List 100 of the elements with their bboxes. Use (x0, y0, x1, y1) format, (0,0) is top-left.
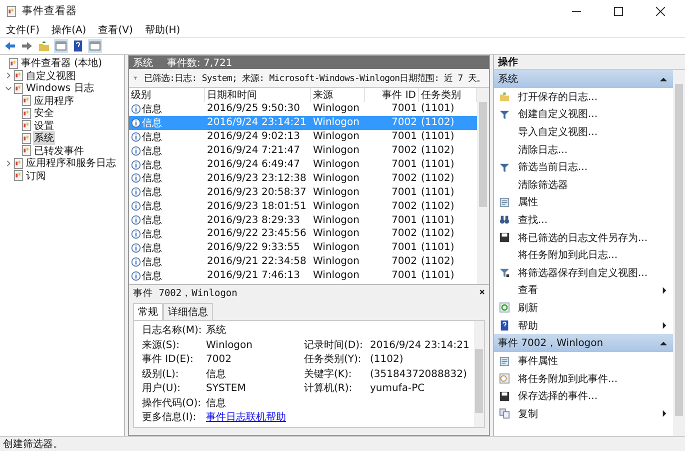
table-cell-text: Winlogon (312, 200, 360, 212)
event-row[interactable]: 信息 2016/9/23 23:12:38 Winlogon 7002 (1102) (129, 171, 477, 186)
field-label: 关键字(K): (304, 368, 353, 382)
tree-item[interactable]: 事件查看器 (本地) (20, 56, 103, 70)
scrollbar[interactable] (673, 70, 685, 436)
table-cell-text: 7001 (390, 186, 418, 198)
action-item[interactable]: 清除筛选器 (494, 176, 673, 194)
log-icon (13, 170, 24, 182)
tree-item[interactable]: 自定义视图 (25, 68, 77, 83)
log-name: 系统 (133, 56, 153, 70)
tab[interactable]: 详细信息 (163, 303, 213, 320)
field-label: 记录时间(D): (304, 338, 364, 352)
event-row[interactable]: 信息 2016/9/22 9:33:55 Winlogon 7001 (1101) (129, 240, 477, 255)
folder-icon (499, 91, 510, 102)
event-row[interactable]: 信息 2016/9/23 20:58:37 Winlogon 7001 (1101) (129, 185, 477, 200)
expanded-chevron-icon[interactable] (5, 84, 12, 92)
menu-item[interactable]: 操作(A) (52, 22, 86, 36)
back-arrow-icon[interactable] (3, 39, 17, 53)
event-row[interactable]: 信息 2016/9/23 18:01:51 Winlogon 7002 (1102) (129, 199, 477, 214)
tree-item[interactable]: 系统 (33, 131, 55, 146)
event-count: 事件数: 7,721 (167, 56, 232, 70)
info-icon (131, 201, 141, 212)
tree-item[interactable]: 已转发事件 (33, 144, 85, 158)
action-item[interactable]: 将筛选器保存到自定义视图... (494, 264, 673, 282)
action-item[interactable]: 查找... (494, 211, 673, 229)
event-row[interactable]: 信息 2016/9/24 6:49:47 Winlogon 7001 (1101) (129, 158, 477, 172)
menu-item[interactable]: 帮助(H) (144, 22, 180, 36)
panel-title: 事件 7002，Winlogon (133, 287, 238, 300)
help-icon[interactable] (71, 39, 85, 53)
table-cell-text: (1102) (420, 200, 456, 212)
info-icon (131, 256, 141, 267)
tree-item[interactable]: 订阅 (25, 168, 47, 183)
column-header[interactable]: 级别 (129, 88, 205, 102)
event-row[interactable]: 信息 2016/9/24 7:21:47 Winlogon 7002 (1102) (129, 144, 477, 158)
tab[interactable]: 常规 (133, 303, 163, 320)
forward-arrow-icon[interactable] (20, 39, 34, 53)
column-header[interactable]: 日期和时间 (205, 88, 311, 102)
info-icon (131, 228, 141, 239)
tree-item[interactable]: 安全 (33, 106, 55, 120)
log-icon (13, 70, 24, 82)
copy-icon (499, 408, 510, 420)
action-item[interactable]: 清除日志... (494, 140, 673, 158)
tree-item[interactable]: Windows 日志 (25, 81, 95, 96)
collapsed-chevron-icon[interactable] (5, 72, 12, 80)
close-icon[interactable] (656, 6, 665, 16)
scrollbar[interactable] (477, 88, 489, 284)
collapse-arrow-icon[interactable] (660, 340, 667, 347)
tree-item[interactable]: 设置 (33, 118, 55, 133)
action-item[interactable]: 刷新 (494, 299, 673, 317)
column-header[interactable]: 事件 ID (365, 88, 419, 102)
table-cell-text: (1101) (420, 131, 456, 142)
tree-item[interactable]: 应用程序 (33, 94, 75, 108)
action-item[interactable]: 将任务附加到此日志... (494, 246, 673, 264)
panel-icon[interactable] (88, 39, 102, 53)
collapse-arrow-icon[interactable] (660, 76, 667, 82)
event-row[interactable]: 信息 2016/9/22 23:45:56 Winlogon 7002 (1102) (129, 227, 477, 241)
action-item[interactable]: 属性 (494, 194, 673, 212)
action-item[interactable]: 帮助 (494, 316, 673, 334)
action-item[interactable]: 打开保存的日志... (494, 88, 673, 106)
menu-item[interactable]: 查看(V) (98, 22, 133, 36)
properties-icon (499, 356, 510, 367)
collapsed-chevron-icon[interactable] (5, 160, 12, 167)
action-item[interactable]: 事件属性 (494, 352, 673, 370)
event-row[interactable]: 信息 2016/9/23 8:29:33 Winlogon 7001 (1101) (129, 213, 477, 228)
info-icon (131, 270, 141, 281)
table-cell-text: 2016/9/22 23:45:56 (206, 228, 308, 240)
table-cell-text: (1101) (420, 242, 456, 254)
action-item[interactable]: 将已筛选的日志文件另存为... (494, 228, 673, 246)
section-header[interactable]: 事件 7002，Winlogon (494, 334, 673, 352)
menu-item[interactable]: 文件(F) (6, 22, 40, 36)
action-item[interactable]: 复制 (494, 405, 673, 423)
maximize-icon[interactable] (614, 6, 623, 16)
column-header[interactable]: 来源 (311, 88, 365, 102)
action-item[interactable]: 保存选择的事件... (494, 388, 673, 406)
table-cell-text: 2016/9/24 7:21:47 (206, 145, 302, 156)
action-item[interactable]: 创建自定义视图... (494, 106, 673, 124)
tree-item[interactable]: 应用程序和服务日志 (25, 156, 117, 170)
table-cell-text: (1102) (420, 228, 456, 240)
info-icon (131, 132, 141, 142)
panel-icon[interactable] (54, 39, 68, 53)
filter-icon (499, 162, 510, 173)
scrollbar[interactable] (474, 321, 484, 427)
section-title: 系统 (498, 72, 518, 86)
action-item[interactable]: 筛选当前日志... (494, 158, 673, 176)
action-item[interactable]: 将任务附加到此事件... (494, 370, 673, 388)
table-cell-text: 信息 (142, 102, 162, 116)
table-cell-text: 7001 (390, 214, 418, 226)
section-title: 事件 7002，Winlogon (498, 336, 604, 350)
table-cell-text: 7002 (390, 172, 418, 184)
event-row[interactable]: 信息 2016/9/21 22:34:58 Winlogon 7002 (1102) (129, 254, 477, 269)
table-cell-text: 2016/9/23 8:29:33 (206, 214, 302, 226)
action-item[interactable]: 查看 (494, 282, 673, 300)
action-item[interactable]: 导入自定义视图... (494, 123, 673, 141)
close-button[interactable]: × (479, 287, 485, 300)
event-row[interactable]: 信息 2016/9/25 9:50:30 Winlogon 7001 (1101) (129, 102, 477, 116)
help-link[interactable]: 事件日志联机帮助 (206, 412, 286, 423)
event-row[interactable]: 信息 2016/9/24 9:02:13 Winlogon 7001 (1101) (129, 130, 477, 144)
field-label: 级别(L): (142, 368, 180, 382)
section-header[interactable]: 系统 (494, 70, 673, 88)
event-row[interactable]: 信息 2016/9/21 7:46:13 Winlogon 7001 (1101) (129, 268, 477, 283)
